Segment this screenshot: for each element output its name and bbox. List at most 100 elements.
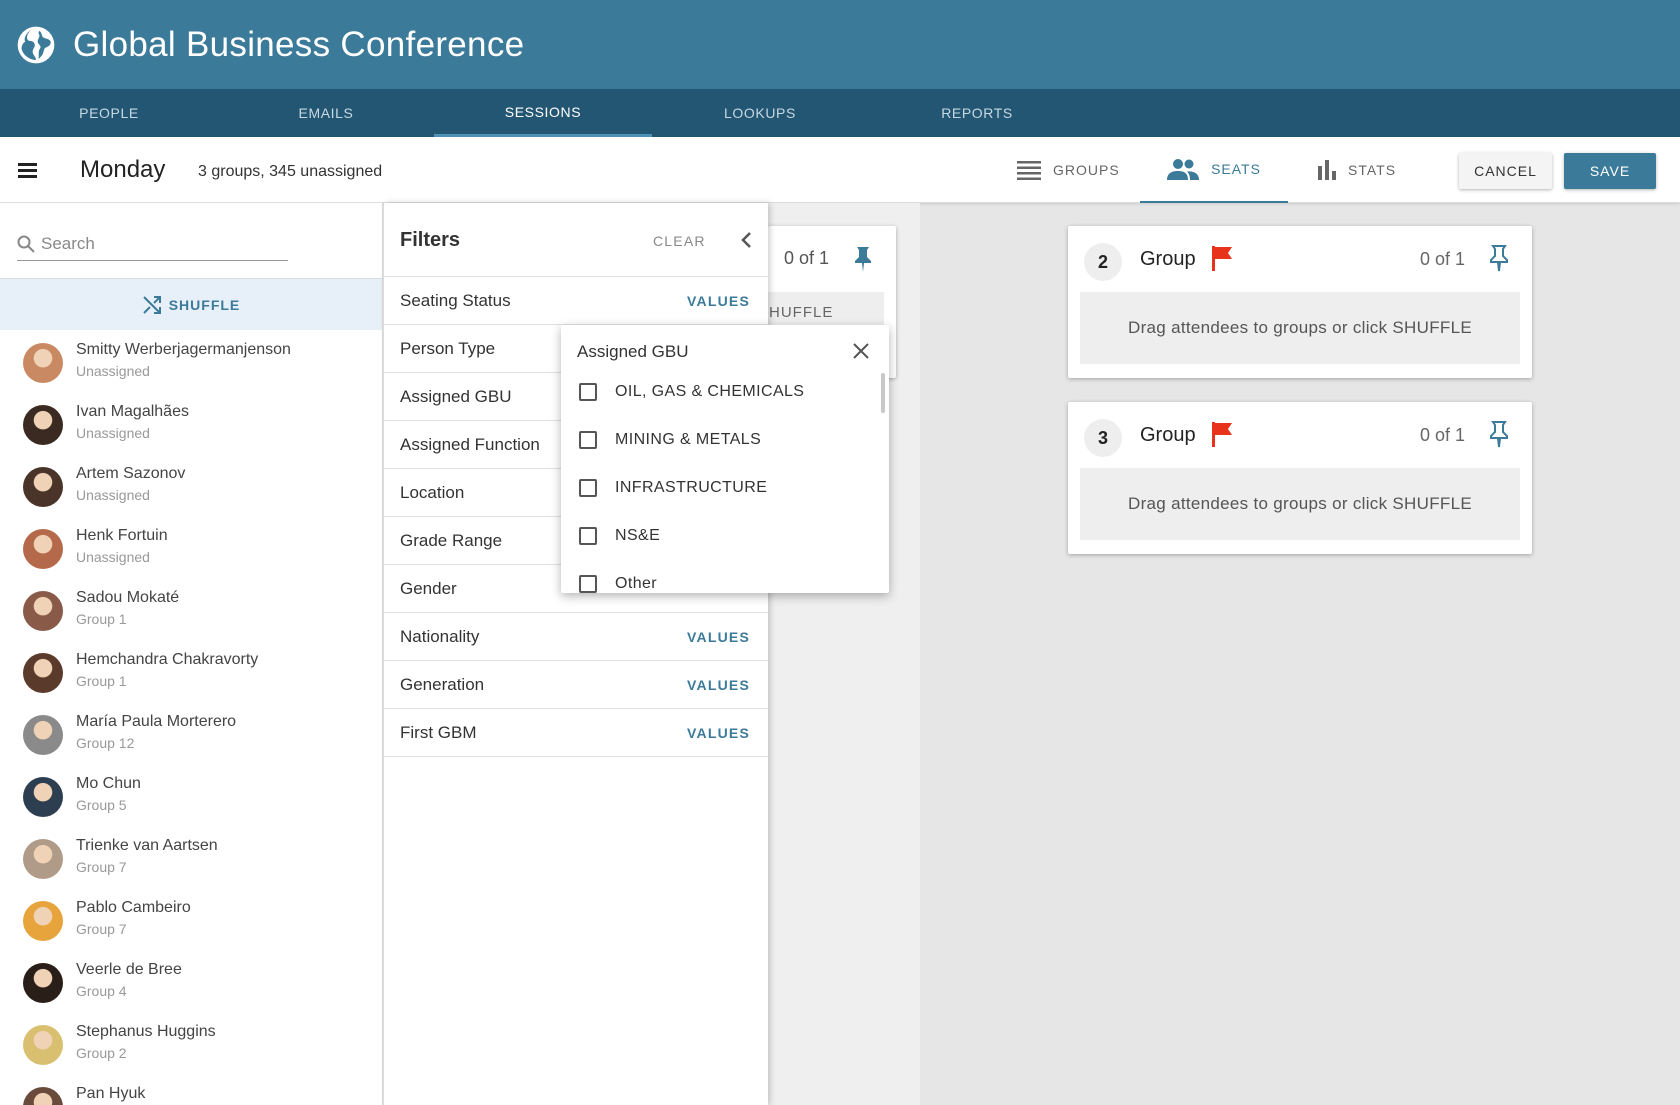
popup-scrollbar[interactable] xyxy=(881,373,885,413)
list-item[interactable]: Sadou Mokaté Group 1 xyxy=(0,581,382,643)
list-item[interactable]: María Paula Morterero Group 12 xyxy=(0,705,382,767)
person-status: Unassigned xyxy=(76,487,150,503)
gbu-option[interactable]: Other xyxy=(579,569,657,593)
group-card[interactable]: 2 Group 0 of 1 Drag attendees to groups or … xyxy=(1068,226,1532,378)
save-button[interactable]: SAVE xyxy=(1564,153,1656,189)
flag-icon[interactable] xyxy=(1210,421,1234,447)
filter-label: Location xyxy=(400,483,465,502)
view-tab-seats-label: SEATS xyxy=(1211,161,1261,177)
filter-values-button[interactable]: VALUES xyxy=(687,725,750,741)
filter-label: First GBM xyxy=(400,723,477,742)
filter-label: Generation xyxy=(400,675,485,694)
filter-values-button[interactable]: VALUES xyxy=(687,293,750,309)
menu-icon[interactable] xyxy=(18,163,37,178)
close-icon[interactable] xyxy=(851,341,871,361)
avatar xyxy=(23,591,63,631)
session-toolbar: Monday 3 groups, 345 unassigned GROUPS S… xyxy=(0,137,1680,203)
pin-icon[interactable] xyxy=(852,246,874,272)
avatar xyxy=(23,467,63,507)
list-item[interactable]: Smitty Werberjagermanjenson Unassigned xyxy=(0,333,382,395)
avatar xyxy=(23,963,63,1003)
list-item[interactable]: Henk Fortuin Unassigned xyxy=(0,519,382,581)
group-count: 0 of 1 xyxy=(1420,249,1466,269)
group-count: 0 of 1 xyxy=(1420,425,1466,445)
app-title: Global Business Conference xyxy=(73,24,525,64)
tab-reports[interactable]: REPORTS xyxy=(868,89,1086,137)
list-item[interactable]: Ivan Magalhães Unassigned xyxy=(0,395,382,457)
list-icon xyxy=(1017,161,1041,180)
list-item[interactable]: Pan Hyuk xyxy=(0,1077,382,1105)
option-label: Other xyxy=(615,575,658,592)
person-status: Unassigned xyxy=(76,363,150,379)
group-1-drop-hint: SHUFFLE xyxy=(768,304,834,321)
clear-filters-button[interactable]: CLEAR xyxy=(653,233,706,249)
tab-sessions[interactable]: SESSIONS xyxy=(434,89,652,137)
filter-label: Nationality xyxy=(400,627,480,646)
person-name: Trienke van Aartsen xyxy=(76,837,218,854)
person-name: María Paula Morterero xyxy=(76,713,237,730)
search-input[interactable] xyxy=(41,234,271,254)
tab-people[interactable]: PEOPLE xyxy=(0,89,218,137)
person-status: Group 1 xyxy=(76,673,127,689)
checkbox[interactable] xyxy=(579,383,597,401)
filter-row[interactable]: Nationality VALUES xyxy=(384,613,768,661)
tab-lookups[interactable]: LOOKUPS xyxy=(651,89,869,137)
checkbox[interactable] xyxy=(579,431,597,449)
tab-emails[interactable]: EMAILS xyxy=(217,89,435,137)
person-name: Pan Hyuk xyxy=(76,1085,146,1102)
checkbox[interactable] xyxy=(579,575,597,593)
filter-row[interactable]: Generation VALUES xyxy=(384,661,768,709)
filter-label: Seating Status xyxy=(400,291,511,310)
cancel-button[interactable]: CANCEL xyxy=(1459,153,1552,189)
list-item[interactable]: Pablo Cambeiro Group 7 xyxy=(0,891,382,953)
list-item[interactable]: Mo Chun Group 5 xyxy=(0,767,382,829)
filter-row[interactable]: Seating Status VALUES xyxy=(384,277,768,325)
person-name: Hemchandra Chakravorty xyxy=(76,651,259,668)
view-tab-stats[interactable]: STATS xyxy=(1318,137,1396,203)
gbu-option[interactable]: MINING & METALS xyxy=(579,425,761,455)
list-item[interactable]: Veerle de Bree Group 4 xyxy=(0,953,382,1015)
view-tab-groups[interactable]: GROUPS xyxy=(1015,137,1122,203)
group-drop-zone[interactable]: Drag attendees to groups or click SHUFFL… xyxy=(1080,468,1520,540)
gbu-option[interactable]: NS&E xyxy=(579,521,660,551)
assigned-gbu-popup: Assigned GBU OIL, GAS & CHEMICALS MINING … xyxy=(561,325,889,593)
person-name: Veerle de Bree xyxy=(76,961,182,978)
group-card[interactable]: 3 Group 0 of 1 Drag attendees to groups or … xyxy=(1068,402,1532,554)
gbu-option[interactable]: INFRASTRUCTURE xyxy=(579,473,767,503)
shuffle-icon xyxy=(143,295,161,314)
chevron-left-icon[interactable] xyxy=(736,229,758,251)
filter-values-button[interactable]: VALUES xyxy=(687,629,750,645)
person-status: Group 12 xyxy=(76,735,135,751)
gbu-option[interactable]: OIL, GAS & CHEMICALS xyxy=(579,377,804,407)
avatar xyxy=(23,653,63,693)
list-item[interactable]: Stephanus Huggins Group 2 xyxy=(0,1015,382,1077)
list-item[interactable]: Artem Sazonov Unassigned xyxy=(0,457,382,519)
group-drop-zone[interactable]: Drag attendees to groups or click SHUFFL… xyxy=(1080,292,1520,364)
filter-values-button[interactable]: VALUES xyxy=(687,677,750,693)
pin-icon[interactable] xyxy=(1488,420,1510,448)
person-status: Group 7 xyxy=(76,921,127,937)
checkbox[interactable] xyxy=(579,479,597,497)
group-label: Group xyxy=(1140,424,1196,446)
filter-label: Assigned GBU xyxy=(400,387,512,406)
person-status: Unassigned xyxy=(76,425,150,441)
checkbox[interactable] xyxy=(579,527,597,545)
view-tab-groups-label: GROUPS xyxy=(1053,162,1120,178)
avatar xyxy=(23,405,63,445)
pin-icon[interactable] xyxy=(1488,244,1510,272)
avatar xyxy=(23,1087,63,1105)
shuffle-button[interactable]: SHUFFLE xyxy=(0,278,382,330)
list-item[interactable]: Trienke van Aartsen Group 7 xyxy=(0,829,382,891)
person-name: Sadou Mokaté xyxy=(76,589,180,606)
avatar xyxy=(23,901,63,941)
option-label: OIL, GAS & CHEMICALS xyxy=(615,383,805,400)
day-summary: 3 groups, 345 unassigned xyxy=(198,163,383,180)
person-name: Smitty Werberjagermanjenson xyxy=(76,341,291,358)
popup-title: Assigned GBU xyxy=(577,342,689,361)
filter-row[interactable]: First GBM VALUES xyxy=(384,709,768,757)
flag-icon[interactable] xyxy=(1210,245,1234,271)
view-tab-seats[interactable]: SEATS xyxy=(1140,137,1288,203)
bar-chart-icon xyxy=(1318,160,1336,180)
list-item[interactable]: Hemchandra Chakravorty Group 1 xyxy=(0,643,382,705)
search-box[interactable] xyxy=(17,228,288,261)
